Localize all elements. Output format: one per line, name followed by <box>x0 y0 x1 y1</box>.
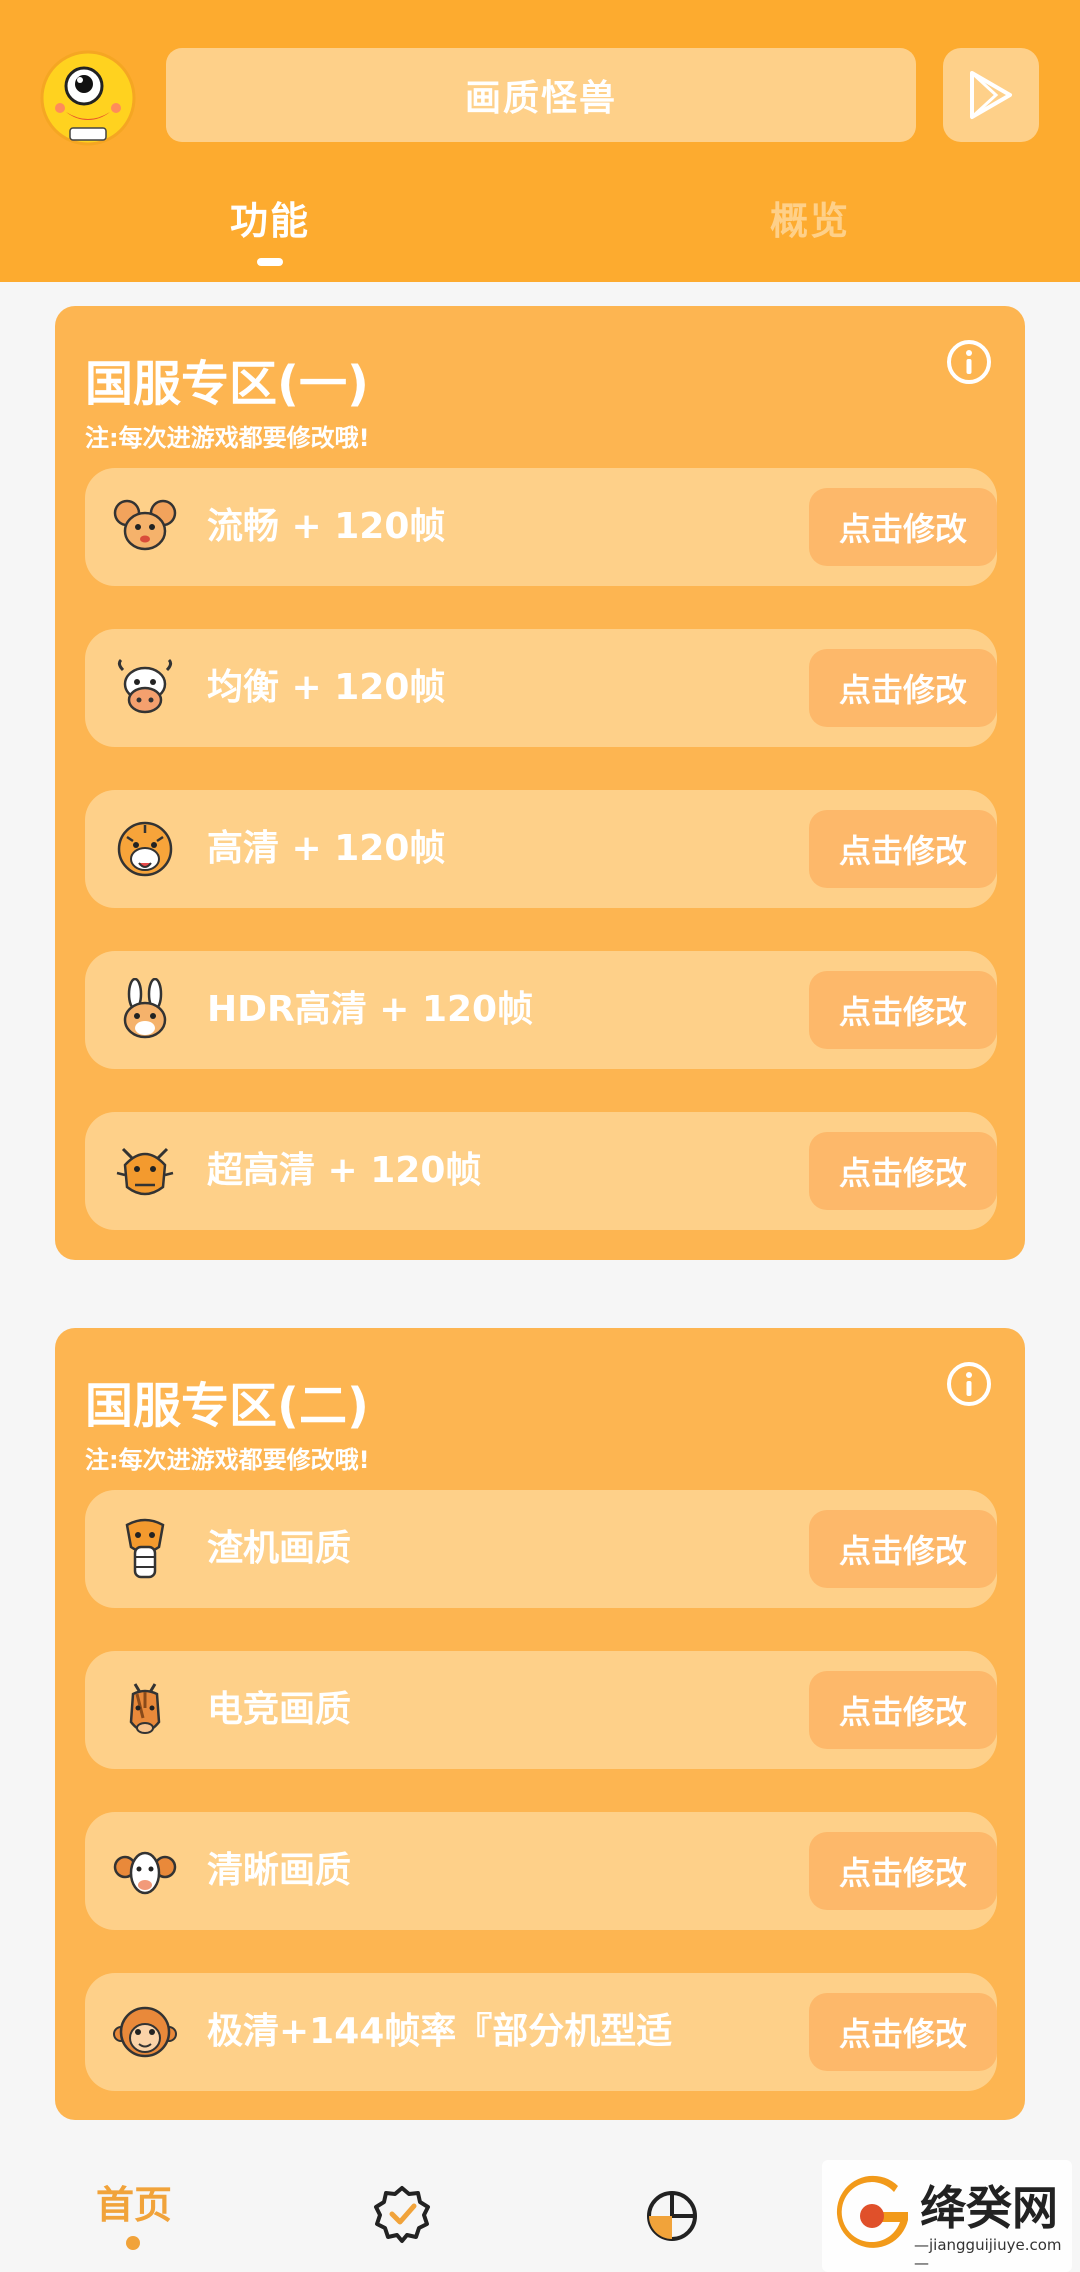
modify-button[interactable]: 点击修改 <box>809 488 997 566</box>
play-store-icon <box>970 71 1012 119</box>
item-label: 超高清 + 120帧 <box>207 1150 482 1191</box>
item-label: 电竞画质 <box>207 1689 352 1730</box>
info-icon[interactable] <box>945 1360 993 1408</box>
info-icon[interactable] <box>945 338 993 386</box>
modify-button[interactable]: 点击修改 <box>809 649 997 727</box>
item-label: 均衡 + 120帧 <box>207 667 446 708</box>
pie-chart-icon[interactable] <box>642 2184 702 2244</box>
section-cn-server-1: 国服专区(一) 注:每次进游戏都要修改哦! 流畅 + 120帧 点击修改 均衡 … <box>55 306 1025 1260</box>
mouse-icon <box>113 495 177 559</box>
monkey-icon <box>113 2000 177 2064</box>
tab-functions[interactable]: 功能 <box>230 190 310 245</box>
app-title: 画质怪兽 <box>166 48 916 142</box>
modify-button[interactable]: 点击修改 <box>809 810 997 888</box>
watermark-url: —jiangguijiuye.com— <box>914 2236 1062 2272</box>
active-nav-dot <box>126 2236 140 2250</box>
watermark-logo-icon <box>832 2174 914 2256</box>
section-cn-server-2: 国服专区(二) 注:每次进游戏都要修改哦! 渣机画质 点击修改 电竞画质 点击修… <box>55 1328 1025 2120</box>
modify-button[interactable]: 点击修改 <box>809 1671 997 1749</box>
horse-icon <box>113 1678 177 1742</box>
modify-button[interactable]: 点击修改 <box>809 1832 997 1910</box>
item-label: 高清 + 120帧 <box>207 828 446 869</box>
ram-icon <box>113 1839 177 1903</box>
verified-badge-icon[interactable] <box>372 2184 432 2244</box>
list-item-clear: 清晰画质 点击修改 <box>85 1812 997 1930</box>
modify-button[interactable]: 点击修改 <box>809 1510 997 1588</box>
item-label: 清晰画质 <box>207 1850 352 1891</box>
modify-button[interactable]: 点击修改 <box>809 971 997 1049</box>
section-title: 国服专区(二) <box>85 1378 369 1434</box>
item-label: HDR高清 + 120帧 <box>207 989 534 1030</box>
nav-home[interactable]: 首页 <box>96 2174 172 2229</box>
item-label: 流畅 + 120帧 <box>207 506 446 547</box>
tab-overview[interactable]: 概览 <box>770 190 850 245</box>
tiger-icon <box>113 817 177 881</box>
modify-button[interactable]: 点击修改 <box>809 1993 997 2071</box>
snake-icon <box>113 1517 177 1581</box>
section-note: 注:每次进游戏都要修改哦! <box>85 1446 370 1474</box>
list-item-low-end: 渣机画质 点击修改 <box>85 1490 997 1608</box>
active-tab-indicator <box>257 258 283 266</box>
list-item-hd: 高清 + 120帧 点击修改 <box>85 790 997 908</box>
item-label: 极清+144帧率『部分机型适 <box>207 2011 673 2052</box>
dragon-icon <box>113 1139 177 1203</box>
list-item-balanced: 均衡 + 120帧 点击修改 <box>85 629 997 747</box>
list-item-ultra-hd: 超高清 + 120帧 点击修改 <box>85 1112 997 1230</box>
watermark-brand: 绛癸网 <box>920 2181 1058 2235</box>
list-item-smooth: 流畅 + 120帧 点击修改 <box>85 468 997 586</box>
list-item-hdr: HDR高清 + 120帧 点击修改 <box>85 951 997 1069</box>
modify-button[interactable]: 点击修改 <box>809 1132 997 1210</box>
site-watermark: 绛癸网 —jiangguijiuye.com— <box>822 2160 1072 2272</box>
play-store-button[interactable] <box>943 48 1039 142</box>
list-item-esports: 电竞画质 点击修改 <box>85 1651 997 1769</box>
item-label: 渣机画质 <box>207 1528 352 1569</box>
app-header: 画质怪兽 功能 概览 <box>0 0 1080 282</box>
app-logo-avatar[interactable] <box>40 50 136 146</box>
list-item-ultra-144: 极清+144帧率『部分机型适 点击修改 <box>85 1973 997 2091</box>
section-title: 国服专区(一) <box>85 356 369 412</box>
cow-icon <box>113 656 177 720</box>
section-note: 注:每次进游戏都要修改哦! <box>85 424 370 452</box>
rabbit-icon <box>113 977 177 1042</box>
